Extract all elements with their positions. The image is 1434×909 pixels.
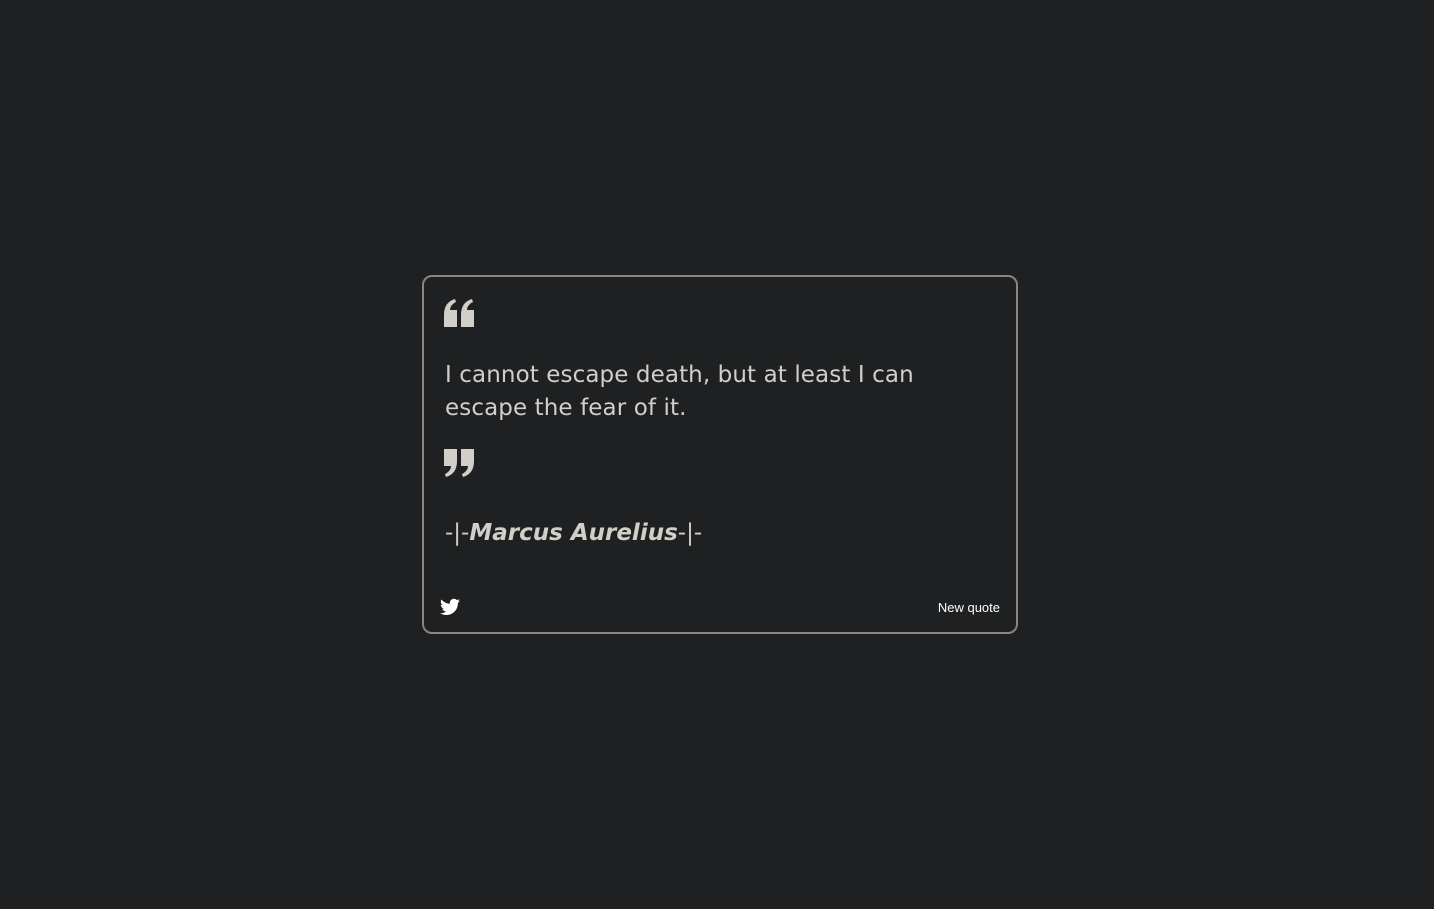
twitter-icon[interactable] <box>440 598 460 616</box>
quote-card: I cannot escape death, but at least I ca… <box>422 275 1018 634</box>
author-name: Marcus Aurelius <box>469 520 678 546</box>
quote-author: -|-Marcus Aurelius-|- <box>445 517 702 549</box>
new-quote-button[interactable]: New quote <box>938 600 1000 616</box>
quote-text: I cannot escape death, but at least I ca… <box>445 362 914 421</box>
quote-left-icon <box>444 299 474 327</box>
quote-right-icon <box>444 449 474 477</box>
author-suffix: -|- <box>677 520 703 546</box>
author-prefix: -|- <box>445 520 470 546</box>
